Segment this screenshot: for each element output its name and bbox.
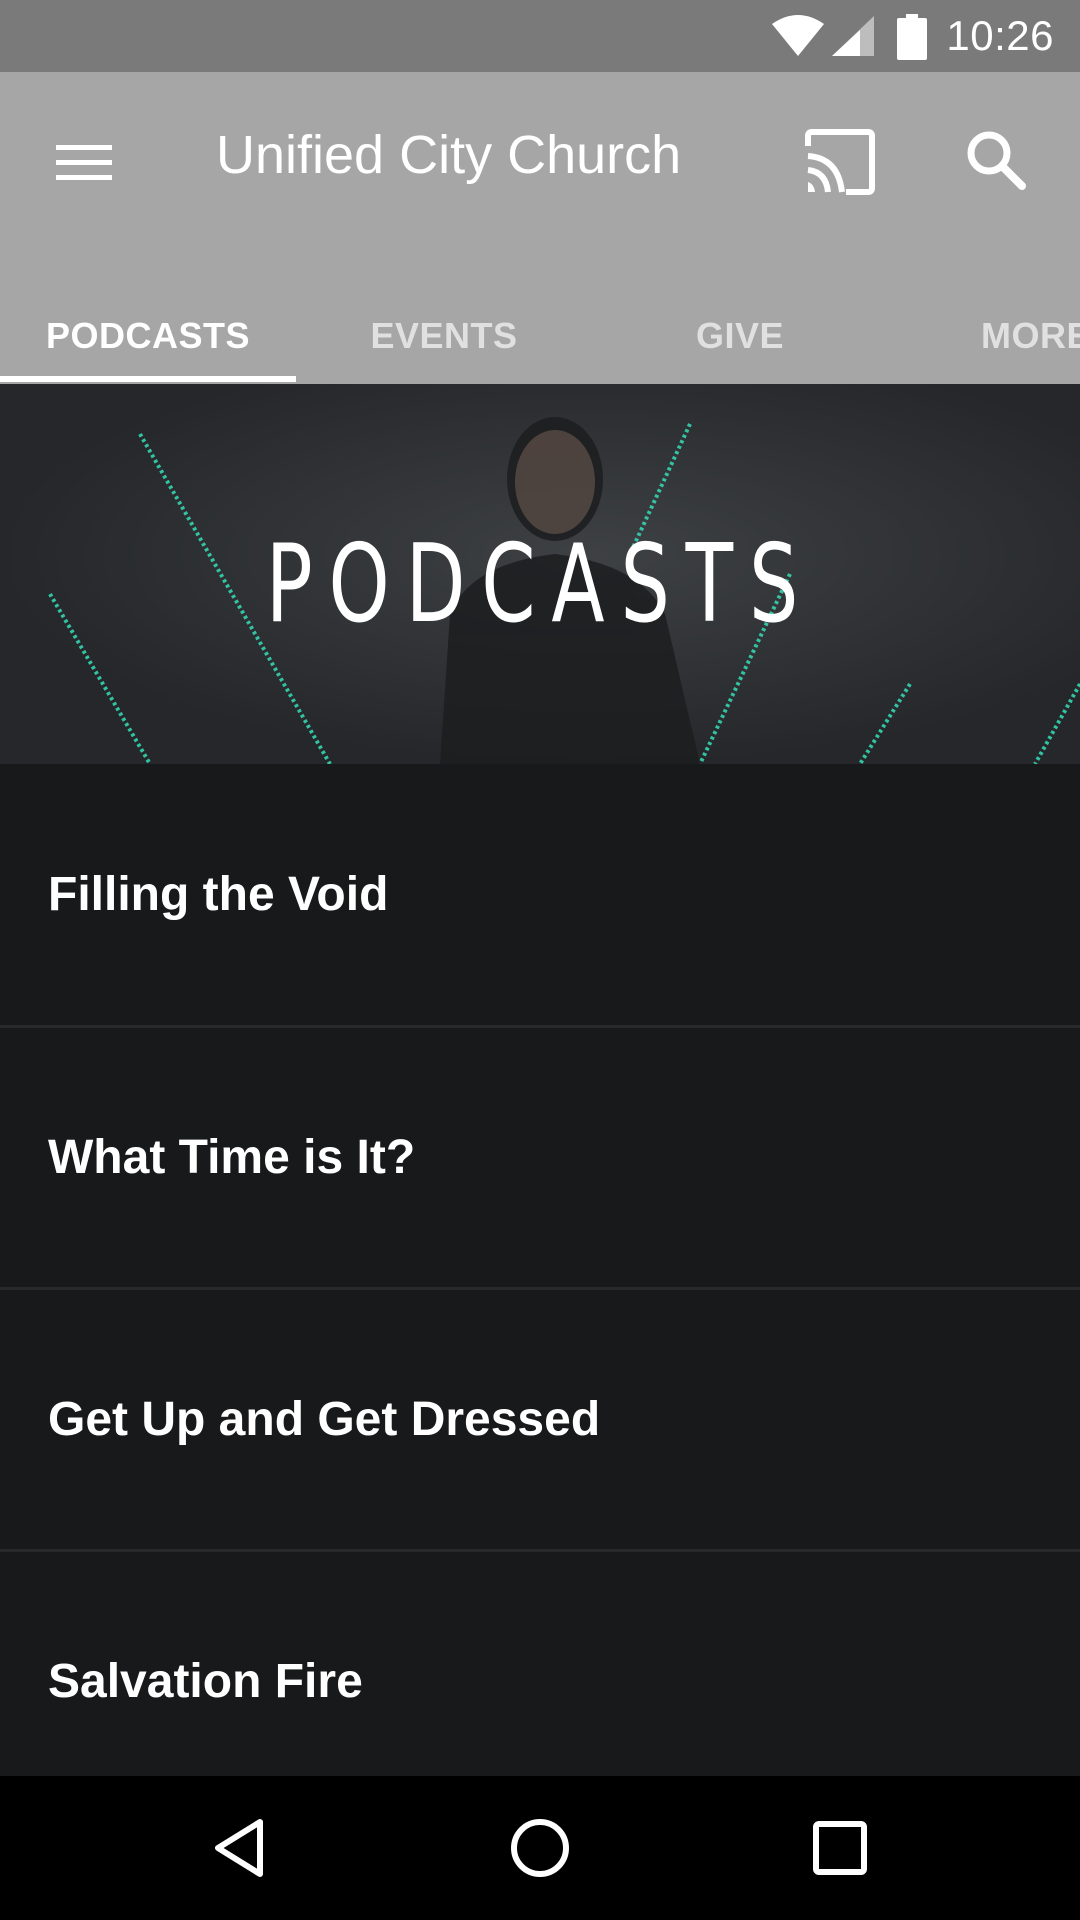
cell-signal-icon — [832, 16, 874, 56]
cast-icon[interactable] — [802, 126, 878, 202]
tab-give[interactable]: GIVE — [592, 308, 888, 384]
status-time: 10:26 — [946, 12, 1054, 59]
battery-icon — [897, 14, 927, 60]
list-item[interactable]: Filling the Void — [0, 764, 1080, 1028]
tab-bar: PODCASTS EVENTS GIVE MORE — [0, 308, 1080, 384]
podcast-list: Filling the Void What Time is It? Get Up… — [0, 764, 1080, 1814]
app-title: Unified City Church — [216, 125, 682, 185]
podcast-title: Get Up and Get Dressed — [48, 1393, 601, 1446]
search-icon[interactable] — [964, 128, 1028, 192]
tab-more[interactable]: MORE — [888, 308, 1080, 384]
recents-icon[interactable] — [804, 1812, 876, 1884]
list-item[interactable]: What Time is It? — [0, 1028, 1080, 1290]
podcasts-hero-banner: PODCASTS — [0, 384, 1080, 764]
podcast-title: What Time is It? — [48, 1131, 416, 1184]
podcast-title: Salvation Fire — [48, 1655, 363, 1708]
tab-events[interactable]: EVENTS — [296, 308, 592, 384]
wifi-icon — [772, 15, 824, 56]
status-bar: 10:26 — [0, 0, 1080, 72]
podcast-title: Filling the Void — [48, 868, 389, 921]
menu-icon[interactable] — [54, 133, 114, 193]
tab-indicator — [0, 376, 296, 382]
home-icon[interactable] — [504, 1812, 576, 1884]
system-nav-bar — [0, 1776, 1080, 1920]
tab-podcasts[interactable]: PODCASTS — [0, 308, 296, 384]
list-item[interactable]: Get Up and Get Dressed — [0, 1290, 1080, 1552]
list-item[interactable]: Salvation Fire — [0, 1552, 1080, 1814]
back-icon[interactable] — [204, 1812, 276, 1884]
hero-title: PODCASTS — [265, 522, 815, 647]
app-bar: Unified City Church PODCASTS EVENTS GIVE… — [0, 72, 1080, 384]
